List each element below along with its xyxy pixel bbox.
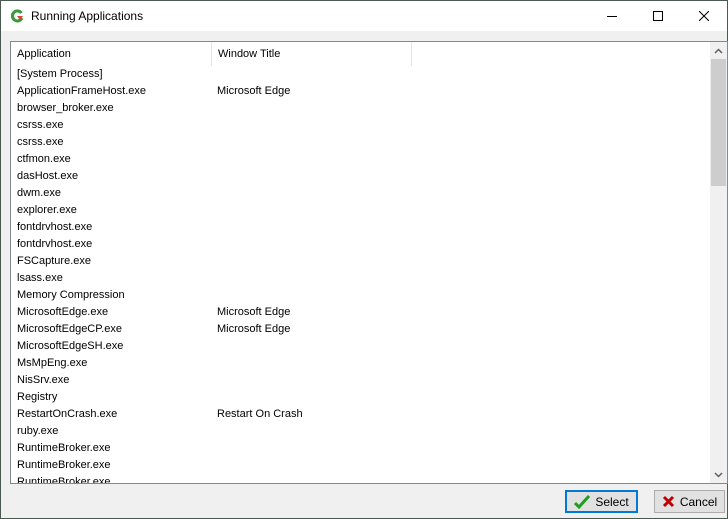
application-name: NisSrv.exe <box>17 374 70 386</box>
application-name: ApplicationFrameHost.exe <box>17 85 147 97</box>
maximize-button[interactable] <box>635 1 681 31</box>
list-item[interactable]: MicrosoftEdge.exe Microsoft Edge <box>11 304 709 321</box>
close-button[interactable] <box>681 1 727 31</box>
list-item[interactable]: RuntimeBroker.exe <box>11 474 709 484</box>
list-item[interactable]: ruby.exe <box>11 423 709 440</box>
list-item[interactable]: [System Process] <box>11 66 709 83</box>
x-cross-icon <box>662 495 674 508</box>
window-title-cell: Restart On Crash <box>217 408 303 420</box>
list-item[interactable]: Memory Compression <box>11 287 709 304</box>
scroll-down-button[interactable] <box>710 466 727 483</box>
cancel-button-label: Cancel <box>679 494 718 509</box>
application-name: RuntimeBroker.exe <box>17 459 111 471</box>
list-item[interactable]: MsMpEng.exe <box>11 355 709 372</box>
list-item[interactable]: Registry <box>11 389 709 406</box>
list-item[interactable]: ApplicationFrameHost.exe Microsoft Edge <box>11 83 709 100</box>
application-name: dasHost.exe <box>17 170 79 182</box>
application-name: RuntimeBroker.exe <box>17 476 111 484</box>
application-name: MicrosoftEdgeSH.exe <box>17 340 124 352</box>
scroll-thumb[interactable] <box>711 59 726 186</box>
list-item[interactable]: fontdrvhost.exe <box>11 219 709 236</box>
application-name: explorer.exe <box>17 204 77 216</box>
minimize-button[interactable] <box>589 1 635 31</box>
application-name: lsass.exe <box>17 272 63 284</box>
running-applications-window: Running Applications Application Window … <box>0 0 728 519</box>
cancel-button[interactable]: Cancel <box>654 490 725 513</box>
application-name: ctfmon.exe <box>17 153 71 165</box>
window-title-cell: Microsoft Edge <box>217 85 291 97</box>
list-item[interactable]: MicrosoftEdgeSH.exe <box>11 338 709 355</box>
chevron-up-icon <box>714 47 723 54</box>
application-name: FSCapture.exe <box>17 255 91 267</box>
list-item[interactable]: MicrosoftEdgeCP.exe Microsoft Edge <box>11 321 709 338</box>
list-item[interactable]: csrss.exe <box>11 117 709 134</box>
list-item[interactable]: RuntimeBroker.exe <box>11 457 709 474</box>
application-name: dwm.exe <box>17 187 62 199</box>
list-item[interactable]: csrss.exe <box>11 134 709 151</box>
column-header-application[interactable]: Application <box>11 42 212 66</box>
maximize-icon <box>653 11 663 21</box>
select-button-label: Select <box>595 494 629 509</box>
application-name: [System Process] <box>17 68 103 80</box>
application-name: csrss.exe <box>17 119 64 131</box>
column-header-window-title[interactable]: Window Title <box>212 42 412 66</box>
list-item[interactable]: RuntimeBroker.exe <box>11 440 709 457</box>
select-button[interactable]: Select <box>565 490 638 513</box>
list-item[interactable]: lsass.exe <box>11 270 709 287</box>
application-name: fontdrvhost.exe <box>17 221 93 233</box>
minimize-icon <box>607 16 617 17</box>
list-item[interactable]: NisSrv.exe <box>11 372 709 389</box>
list-item[interactable]: FSCapture.exe <box>11 253 709 270</box>
checkmark-icon <box>574 494 591 509</box>
application-name: csrss.exe <box>17 136 64 148</box>
application-name: MicrosoftEdgeCP.exe <box>17 323 122 335</box>
application-name: Registry <box>17 391 58 403</box>
refresh-app-icon <box>10 9 24 23</box>
scroll-up-button[interactable] <box>710 42 727 59</box>
applications-list[interactable]: Application Window Title [System Process… <box>10 41 728 484</box>
vertical-scrollbar[interactable] <box>710 42 727 483</box>
title-bar[interactable]: Running Applications <box>1 1 727 31</box>
close-icon <box>699 11 709 21</box>
application-name: MsMpEng.exe <box>17 357 88 369</box>
list-item[interactable]: fontdrvhost.exe <box>11 236 709 253</box>
window-title: Running Applications <box>31 9 144 23</box>
list-item[interactable]: RestartOnCrash.exe Restart On Crash <box>11 406 709 423</box>
list-item[interactable]: dasHost.exe <box>11 168 709 185</box>
list-item[interactable]: explorer.exe <box>11 202 709 219</box>
window-title-cell: Microsoft Edge <box>217 323 291 335</box>
chevron-down-icon <box>714 471 723 478</box>
application-name: ruby.exe <box>17 425 59 437</box>
application-name: RestartOnCrash.exe <box>17 408 118 420</box>
application-name: MicrosoftEdge.exe <box>17 306 109 318</box>
list-rows: [System Process] ApplicationFrameHost.exe… <box>11 66 709 484</box>
application-name: fontdrvhost.exe <box>17 238 93 250</box>
application-name: RuntimeBroker.exe <box>17 442 111 454</box>
application-name: browser_broker.exe <box>17 102 114 114</box>
list-item[interactable]: browser_broker.exe <box>11 100 709 117</box>
application-name: Memory Compression <box>17 289 125 301</box>
list-item[interactable]: ctfmon.exe <box>11 151 709 168</box>
window-title-cell: Microsoft Edge <box>217 306 291 318</box>
list-item[interactable]: dwm.exe <box>11 185 709 202</box>
list-header: Application Window Title <box>11 42 709 66</box>
